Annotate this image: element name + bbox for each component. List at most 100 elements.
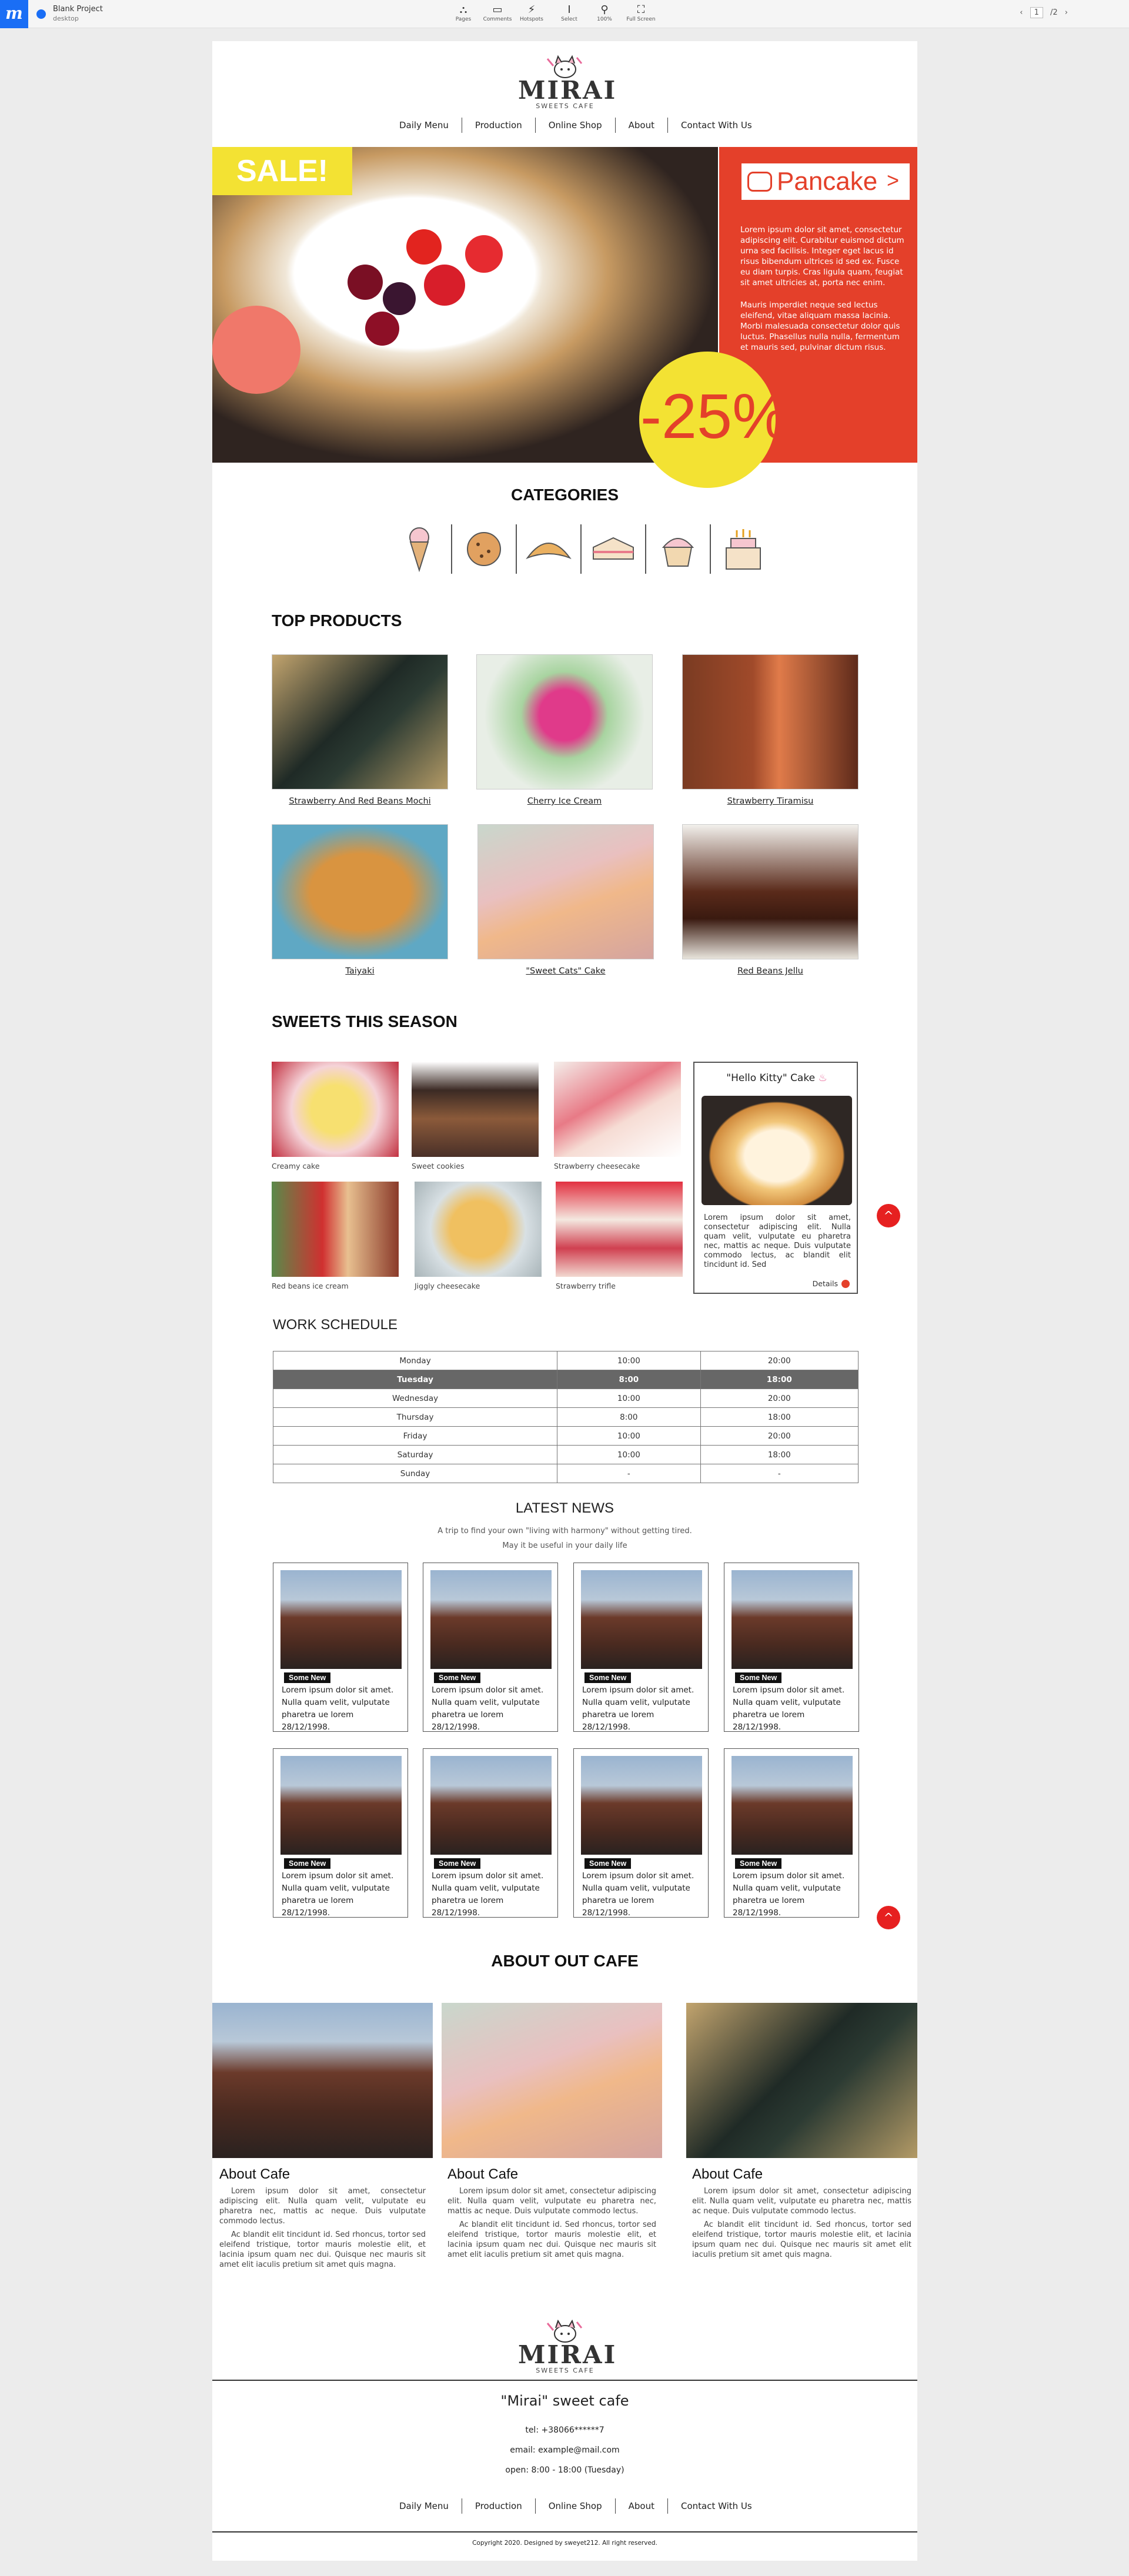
season-image: [272, 1062, 399, 1157]
product-title[interactable]: Strawberry Tiramisu: [682, 797, 859, 806]
news-tag: Some New: [584, 1858, 632, 1869]
news-image: [280, 1756, 402, 1855]
product-card-sweet-cats-cake[interactable]: "Sweet Cats" Cake: [477, 824, 654, 976]
season-item-strawberry-cheesecake[interactable]: Strawberry cheesecake: [554, 1062, 681, 1170]
project-device: desktop: [53, 15, 79, 22]
scroll-up-button-2[interactable]: ^: [877, 1906, 900, 1929]
news-card[interactable]: Some New Lorem ipsum dolor sit amet. Null…: [423, 1748, 558, 1918]
news-image: [731, 1756, 853, 1855]
footer-logo[interactable]: MIRAI SWEETS CAFE: [518, 2319, 615, 2374]
page-number-input[interactable]: 1: [1030, 7, 1043, 18]
category-birthday-cake[interactable]: [711, 524, 776, 574]
about-heading: About Cafe: [447, 2166, 519, 2182]
schedule-table: Monday 10:00 20:00 Tuesday 8:00 18:00 Wednes…: [272, 1351, 859, 1483]
about-paragraph-1: Lorem ipsum dolor sit amet, consectetur …: [219, 2187, 426, 2226]
news-image: [430, 1756, 552, 1855]
news-card[interactable]: Some New Lorem ipsum dolor sit amet. Null…: [724, 1748, 859, 1918]
ice-cream-icon: [409, 527, 429, 573]
nav-about[interactable]: About: [616, 118, 668, 133]
product-card-tiramisu[interactable]: Strawberry Tiramisu: [682, 654, 859, 806]
news-text: Lorem ipsum dolor sit amet. Nulla quam v…: [432, 1871, 544, 1918]
news-card[interactable]: Some New Lorem ipsum dolor sit amet. Null…: [573, 1748, 709, 1918]
croissant-icon: [526, 543, 572, 560]
page-total: /2: [1050, 8, 1058, 17]
nav-daily-menu[interactable]: Daily Menu: [386, 2498, 462, 2514]
news-card[interactable]: Some New Lorem ipsum dolor sit amet. Null…: [724, 1563, 859, 1732]
product-title[interactable]: Cherry Ice Cream: [476, 797, 653, 806]
product-card-red-beans-jellu[interactable]: Red Beans Jellu: [682, 824, 859, 976]
header-logo[interactable]: MIRAI SWEETS CAFE: [518, 55, 615, 110]
category-cake-slice[interactable]: [582, 524, 646, 574]
season-item-jiggly-cheesecake[interactable]: Jiggly cheesecake: [415, 1182, 542, 1290]
news-card[interactable]: Some New Lorem ipsum dolor sit amet. Null…: [273, 1748, 408, 1918]
footer-phone[interactable]: tel: +38066******7: [212, 2426, 917, 2435]
globe-icon: [36, 9, 46, 19]
nav-contact[interactable]: Contact With Us: [668, 2498, 765, 2514]
season-item-strawberry-trifle[interactable]: Strawberry trifle: [556, 1182, 683, 1290]
season-item-red-beans-ice-cream[interactable]: Red beans ice cream: [272, 1182, 399, 1290]
nav-daily-menu[interactable]: Daily Menu: [386, 118, 462, 133]
comments-icon: ▭: [492, 4, 503, 16]
arrow-icon: [841, 1280, 850, 1288]
project-name[interactable]: Blank Project: [53, 5, 103, 14]
zoom-button[interactable]: ⚲ 100%: [588, 4, 621, 22]
product-card-cherry-ice-cream[interactable]: Cherry Ice Cream: [476, 654, 653, 806]
news-tag: Some New: [735, 1672, 782, 1683]
scroll-up-button[interactable]: ^: [877, 1204, 900, 1227]
nav-contact[interactable]: Contact With Us: [668, 118, 765, 133]
about-heading: About Cafe: [692, 2166, 763, 2182]
news-tag: Some New: [434, 1672, 481, 1683]
details-link[interactable]: Details: [813, 1279, 850, 1288]
select-button[interactable]: I Select: [553, 4, 586, 22]
product-title[interactable]: "Sweet Cats" Cake: [477, 966, 654, 976]
news-image: [280, 1570, 402, 1669]
category-ice-cream[interactable]: [388, 524, 452, 574]
about-image: [442, 2003, 662, 2158]
pancake-button[interactable]: Pancake >: [741, 163, 910, 200]
news-text: Lorem ipsum dolor sit amet. Nulla quam v…: [282, 1871, 394, 1918]
nav-online-shop[interactable]: Online Shop: [536, 118, 616, 133]
product-title[interactable]: Strawberry And Red Beans Mochi: [272, 797, 448, 806]
category-cookie[interactable]: [452, 524, 517, 574]
comments-button[interactable]: ▭ Comments: [481, 4, 514, 22]
schedule-row: Thursday 8:00 18:00: [272, 1407, 859, 1427]
footer-cafe-name: "Mirai" sweet cafe: [500, 2393, 629, 2409]
top-products-title: TOP PRODUCTS: [272, 611, 402, 630]
category-croissant[interactable]: [517, 524, 582, 574]
footer-email[interactable]: email: example@mail.com: [212, 2445, 917, 2455]
nav-production[interactable]: Production: [462, 118, 536, 133]
news-title: LATEST NEWS: [515, 1500, 614, 1516]
hotspots-button[interactable]: ⚡ Hotspots: [515, 4, 548, 22]
product-image: [476, 654, 653, 789]
news-card[interactable]: Some New Lorem ipsum dolor sit amet. Null…: [573, 1563, 709, 1732]
about-paragraph-1: Lorem ipsum dolor sit amet, consectetur …: [447, 2187, 656, 2216]
news-card[interactable]: Some New Lorem ipsum dolor sit amet. Null…: [423, 1563, 558, 1732]
schedule-row: Wednesday 10:00 20:00: [272, 1389, 859, 1408]
pages-button[interactable]: ⛬ Pages: [447, 4, 480, 22]
next-page-icon[interactable]: ›: [1065, 8, 1068, 17]
nav-about[interactable]: About: [616, 2498, 668, 2514]
nav-production[interactable]: Production: [462, 2498, 536, 2514]
category-cupcake[interactable]: [646, 524, 711, 574]
product-title[interactable]: Red Beans Jellu: [682, 966, 859, 976]
product-title[interactable]: Taiyaki: [272, 966, 448, 976]
season-item-creamy-cake[interactable]: Creamy cake: [272, 1062, 399, 1170]
app-logo[interactable]: m: [0, 0, 28, 28]
prev-page-icon[interactable]: ‹: [1020, 8, 1023, 17]
product-card-taiyaki[interactable]: Taiyaki: [272, 824, 448, 976]
cat-logo-icon: [546, 55, 584, 79]
featured-product-card[interactable]: "Hello Kitty" Cake ♨ Lorem ipsum dolor s…: [693, 1062, 858, 1294]
news-card[interactable]: Some New Lorem ipsum dolor sit amet. Null…: [273, 1563, 408, 1732]
fullscreen-button[interactable]: ⛶ Full Screen: [624, 4, 657, 22]
categories-bar: [388, 524, 776, 574]
birthday-cake-icon: [726, 529, 761, 570]
nav-online-shop[interactable]: Online Shop: [536, 2498, 616, 2514]
product-card-mochi[interactable]: Strawberry And Red Beans Mochi: [272, 654, 448, 806]
hero-paragraph-2: Mauris imperdiet neque sed lectus eleife…: [740, 300, 900, 352]
news-text: Lorem ipsum dolor sit amet. Nulla quam v…: [733, 1871, 845, 1918]
discount-badge: -25%: [639, 352, 789, 488]
featured-title: "Hello Kitty" Cake ♨: [726, 1072, 827, 1084]
pancake-icon: [747, 172, 772, 192]
season-item-sweet-cookies[interactable]: Sweet cookies: [412, 1062, 539, 1170]
header-nav: Daily Menu Production Online Shop About …: [386, 118, 765, 133]
